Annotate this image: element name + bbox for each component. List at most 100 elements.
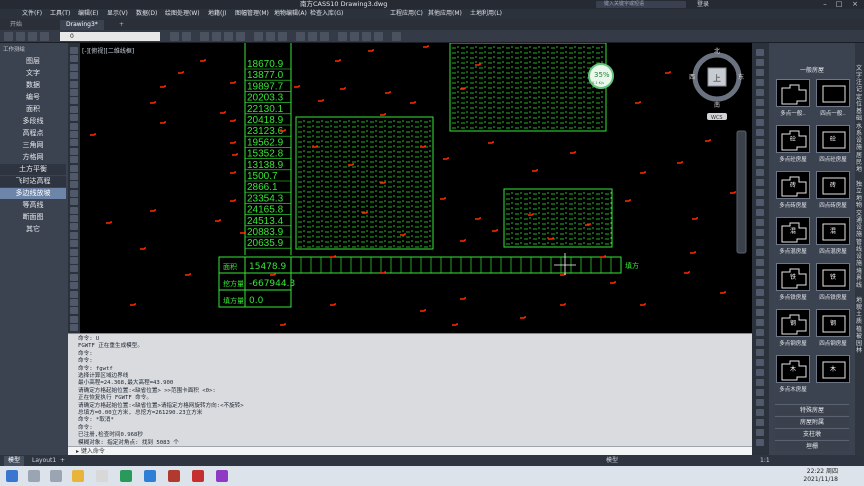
strip-tool-icon[interactable]	[756, 199, 764, 206]
strip-tool-icon[interactable]	[756, 259, 764, 266]
menu-tools[interactable]: 工具(T)	[50, 9, 70, 19]
draw-tool-icon[interactable]	[70, 173, 78, 180]
app-icon-2[interactable]	[120, 470, 132, 482]
app-icon-4[interactable]	[216, 470, 228, 482]
draw-tool-icon[interactable]	[70, 164, 78, 172]
model-tab[interactable]: 模型	[4, 456, 25, 466]
house-symbol[interactable]: 铁	[816, 263, 850, 291]
category-tab[interactable]: 管线设施	[856, 239, 863, 267]
draw-tool-icon[interactable]	[70, 105, 78, 113]
category-tab[interactable]: 地貌土质	[856, 297, 863, 325]
draw-tool-icon[interactable]	[70, 248, 78, 256]
strip-tool-icon[interactable]	[756, 59, 764, 66]
left-item-grid[interactable]: 方格网	[0, 152, 66, 163]
zoom-extents-icon[interactable]	[236, 32, 245, 41]
strip-tool-icon[interactable]	[756, 99, 764, 106]
house-symbol[interactable]	[776, 79, 810, 107]
strip-tool-icon[interactable]	[756, 239, 764, 246]
layer-select[interactable]: 0	[60, 32, 160, 41]
draw-tool-icon[interactable]	[70, 147, 78, 155]
pan-icon[interactable]	[200, 32, 209, 41]
strip-tool-icon[interactable]	[756, 329, 764, 336]
house-symbol[interactable]: 钢	[816, 309, 850, 337]
draw-tool-icon[interactable]	[70, 139, 78, 147]
menu-edit[interactable]: 编辑(E)	[78, 9, 98, 19]
draw-tool-icon[interactable]	[70, 156, 78, 164]
command-input[interactable]: ▸ 键入命令	[68, 446, 752, 455]
start-icon[interactable]	[6, 470, 18, 482]
viewport-label[interactable]: [-][俯视][二维线框]	[82, 46, 134, 55]
draw-tool-icon[interactable]	[70, 299, 78, 306]
left-item-earthwork[interactable]: 土方平衡	[0, 164, 66, 175]
category-tab[interactable]: 境界线	[856, 268, 863, 289]
left-item-slope[interactable]: 多边线放坡	[0, 188, 66, 199]
calculator-icon[interactable]	[278, 32, 287, 41]
menu-engineering[interactable]: 工程应用(C)	[390, 9, 423, 19]
draw-tool-icon[interactable]	[70, 273, 78, 281]
left-item-data[interactable]: 数据	[0, 80, 66, 91]
strip-tool-icon[interactable]	[756, 339, 764, 346]
task-view-icon[interactable]	[50, 470, 62, 482]
pillar-button[interactable]: 支柱墩	[775, 428, 849, 439]
draw-tool-icon[interactable]	[70, 47, 78, 54]
draw-tool-icon[interactable]	[70, 198, 78, 206]
house-symbol[interactable]: 木	[776, 355, 810, 383]
draw-tool-icon[interactable]	[70, 114, 78, 122]
strip-tool-icon[interactable]	[756, 119, 764, 126]
house-symbol[interactable]: 混	[816, 217, 850, 245]
strip-tool-icon[interactable]	[756, 279, 764, 286]
menu-draw[interactable]: 绘图处理(W)	[165, 9, 200, 19]
strip-tool-icon[interactable]	[756, 359, 764, 366]
grid-block-top[interactable]	[449, 43, 607, 132]
drawing-canvas[interactable]: 18670.9 13877.0 19897.7 20203.3 22130.1 20418…	[80, 43, 752, 333]
house-symbol[interactable]: 混	[776, 217, 810, 245]
save-icon[interactable]	[320, 32, 329, 41]
house-attachment-button[interactable]: 房屋附属	[775, 416, 849, 427]
text-icon[interactable]	[362, 32, 371, 41]
draw-tool-icon[interactable]	[70, 315, 78, 323]
draw-tool-icon[interactable]	[70, 257, 78, 264]
strip-tool-icon[interactable]	[756, 109, 764, 116]
category-tab[interactable]: 水系设施	[856, 123, 863, 151]
clock[interactable]: 22:22 周四 2021/11/18	[803, 468, 838, 484]
left-item-area[interactable]: 面积	[0, 104, 66, 115]
model-space-toggle[interactable]: 模型	[602, 456, 622, 466]
draw-tool-icon[interactable]	[70, 131, 78, 138]
left-item-contour[interactable]: 等高线	[0, 200, 66, 211]
app-icon-1[interactable]	[96, 470, 108, 482]
strip-tool-icon[interactable]	[756, 169, 764, 176]
layer-match-icon[interactable]	[40, 32, 49, 41]
menu-other[interactable]: 其他应用(M)	[428, 9, 462, 19]
strip-tool-icon[interactable]	[756, 159, 764, 166]
draw-tool-icon[interactable]	[70, 122, 78, 130]
left-item-polyline[interactable]: 多段线	[0, 116, 66, 127]
strip-tool-icon[interactable]	[756, 429, 764, 436]
strip-tool-icon[interactable]	[756, 89, 764, 96]
strip-tool-icon[interactable]	[756, 309, 764, 316]
menu-cadastre[interactable]: 地籍(J)	[208, 9, 226, 19]
pencil-icon[interactable]	[338, 32, 347, 41]
point-icon[interactable]	[350, 32, 359, 41]
left-item-text[interactable]: 文字	[0, 68, 66, 79]
left-item-tin[interactable]: 三角网	[0, 140, 66, 151]
strip-tool-icon[interactable]	[756, 369, 764, 376]
match-properties-icon[interactable]	[266, 32, 275, 41]
browser-icon[interactable]	[144, 470, 156, 482]
strip-tool-icon[interactable]	[756, 79, 764, 86]
strip-tool-icon[interactable]	[756, 319, 764, 326]
search-input[interactable]: 键入关键字或短语	[596, 1, 686, 8]
grid-block-left[interactable]	[295, 116, 434, 250]
draw-tool-icon[interactable]	[70, 189, 78, 197]
strip-tool-icon[interactable]	[756, 229, 764, 236]
draw-tool-icon[interactable]	[70, 240, 78, 248]
draw-tool-icon[interactable]	[70, 80, 78, 88]
menu-file[interactable]: 文件(F)	[22, 9, 42, 19]
draw-tool-icon[interactable]	[70, 181, 78, 189]
draw-tool-icon[interactable]	[70, 72, 78, 80]
category-tab[interactable]: 植被园林	[856, 326, 863, 354]
category-tab[interactable]: 文字注记	[856, 65, 863, 93]
app-icon-3[interactable]	[168, 470, 180, 482]
menu-feature-edit[interactable]: 地物编辑(A)	[274, 9, 307, 19]
strip-tool-icon[interactable]	[756, 179, 764, 186]
left-item-section[interactable]: 断面图	[0, 212, 66, 223]
